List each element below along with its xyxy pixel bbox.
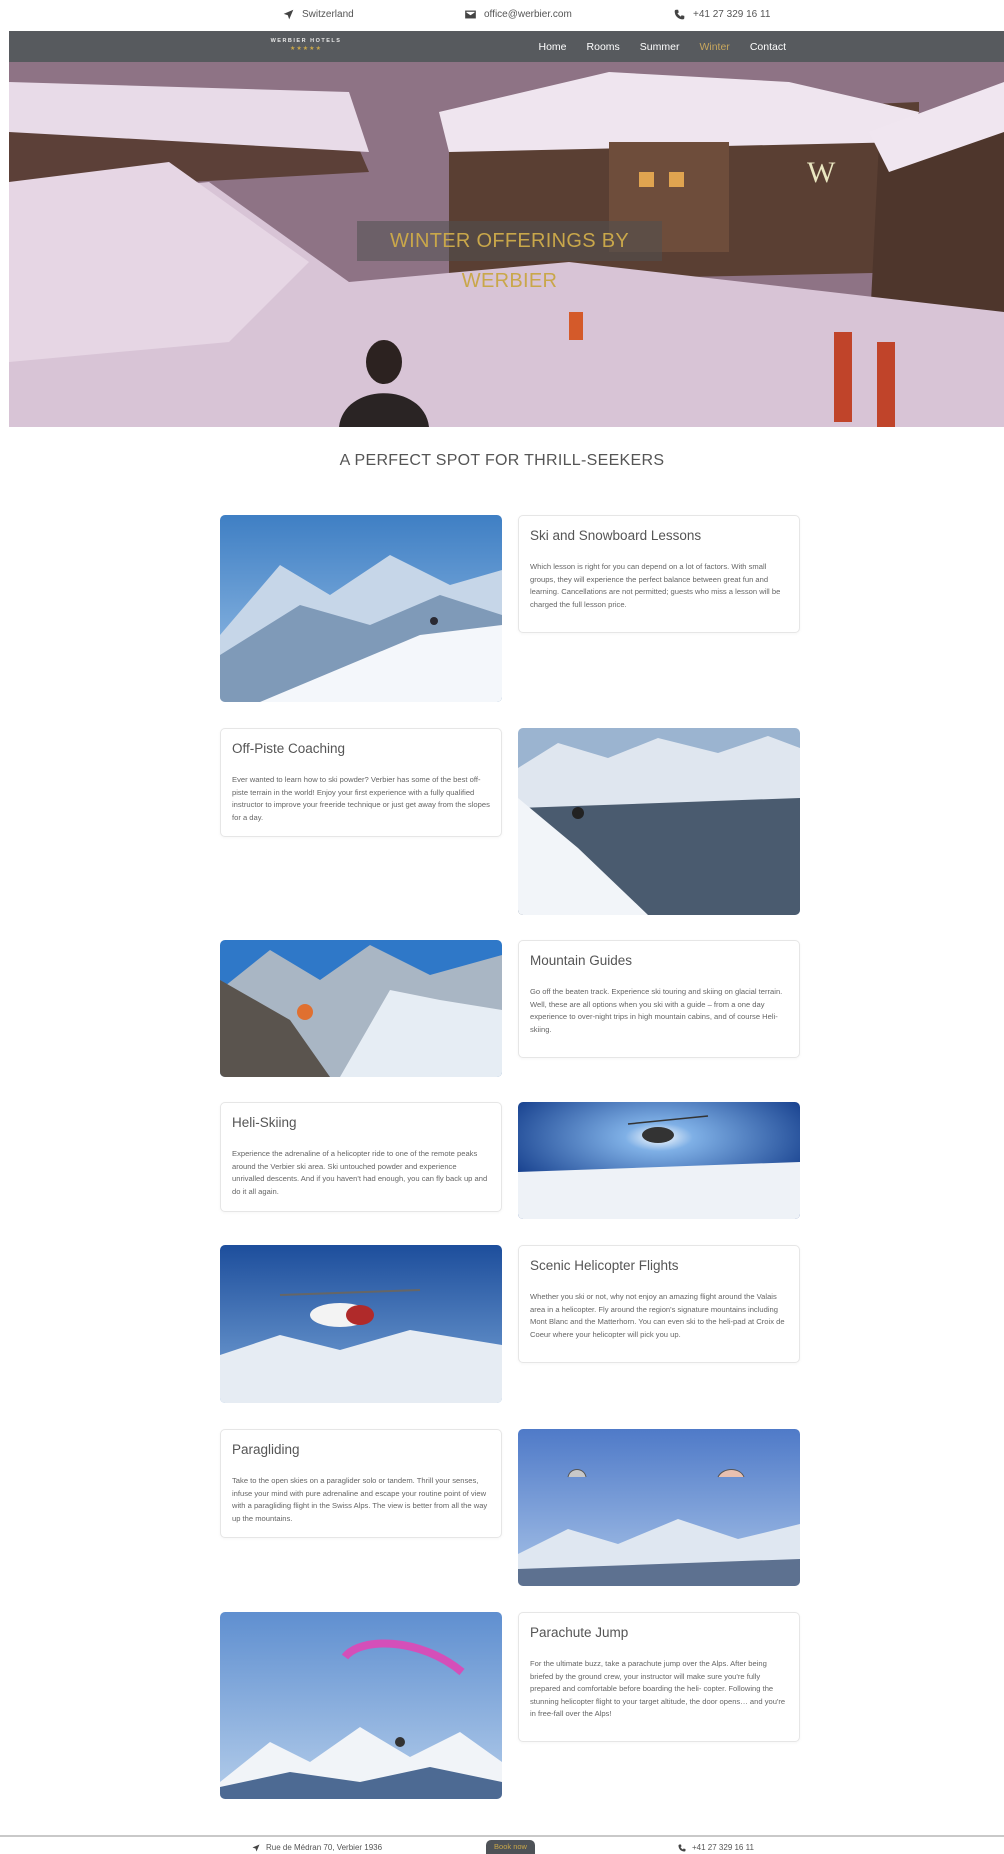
nav-item-contact[interactable]: Contact <box>750 41 786 53</box>
offering-title: Paragliding <box>232 1442 300 1457</box>
offering-text: Go off the beaten track. Experience ski … <box>530 987 783 1034</box>
offering-title: Parachute Jump <box>530 1625 629 1640</box>
offering-card: Heli-Skiing Experience the adrenaline of… <box>220 1102 502 1212</box>
offering-card: Scenic Helicopter Flights Whether you sk… <box>518 1245 800 1363</box>
location-arrow-icon <box>252 1844 260 1851</box>
offering-card: Paragliding Take to the open skies on a … <box>220 1429 502 1538</box>
top-info-bar: Switzerland office@werbier.com +41 27 32… <box>0 0 1004 31</box>
scenic-helicopter-photo <box>220 1245 502 1403</box>
phone-info[interactable]: +41 27 329 16 11 <box>674 9 770 20</box>
book-now-button[interactable]: Book now <box>486 1840 535 1854</box>
off-piste-photo <box>518 728 800 915</box>
offering-title: Mountain Guides <box>530 953 633 968</box>
offering-text: Take to the open skies on a paraglider s… <box>232 1476 488 1523</box>
footer-address-text: Rue de Médran 70, Verbier 1936 <box>266 1843 383 1852</box>
location-info: Switzerland <box>283 9 354 20</box>
nav-item-rooms[interactable]: Rooms <box>587 41 620 53</box>
offering-card: Mountain Guides Go off the beaten track.… <box>518 940 800 1058</box>
svg-text:W: W <box>807 156 836 189</box>
hero-title: WINTER OFFERINGS BY WERBIER <box>357 221 662 292</box>
offering-text: Ever wanted to learn how to ski powder? … <box>232 775 490 822</box>
mountain-guides-photo <box>220 940 502 1077</box>
logo-stars: ★★★★★ <box>290 46 322 52</box>
location-text: Switzerland <box>302 9 354 20</box>
parachute-jump-photo <box>220 1612 502 1799</box>
location-arrow-icon <box>283 9 294 20</box>
nav-item-home[interactable]: Home <box>539 41 567 53</box>
offering-text: Experience the adrenaline of a helicopte… <box>232 1149 488 1196</box>
offering-text: Whether you ski or not, why not enjoy an… <box>530 1292 785 1339</box>
phone-icon <box>678 1844 686 1851</box>
logo-brand-text: WERBIER HOTELS <box>270 38 342 44</box>
footer-phone[interactable]: +41 27 329 16 11 <box>678 1843 754 1852</box>
hotel-logo[interactable]: WERBIER HOTELS ★★★★★ <box>267 38 345 52</box>
heli-skiing-photo <box>518 1102 800 1219</box>
phone-icon <box>674 9 685 20</box>
offering-title: Off-Piste Coaching <box>232 741 346 756</box>
offering-title: Scenic Helicopter Flights <box>530 1258 679 1273</box>
paragliding-photo <box>518 1429 800 1586</box>
offering-title: Heli-Skiing <box>232 1115 297 1130</box>
footer-address: Rue de Médran 70, Verbier 1936 <box>252 1843 382 1852</box>
footer-divider <box>0 1835 1004 1837</box>
nav-item-summer[interactable]: Summer <box>640 41 680 53</box>
ski-lessons-photo <box>220 515 502 702</box>
nav-item-winter[interactable]: Winter <box>699 41 729 53</box>
main-navigation: WERBIER HOTELS ★★★★★ Home Rooms Summer W… <box>9 31 1004 62</box>
offering-card: Ski and Snowboard Lessons Which lesson i… <box>518 515 800 633</box>
hero-banner: W WINTER OFFERINGS BY WERBIER <box>9 62 1004 427</box>
nav-menu: Home Rooms Summer Winter Contact <box>539 31 787 62</box>
offering-card: Parachute Jump For the ultimate buzz, ta… <box>518 1612 800 1742</box>
section-title: A PERFECT SPOT FOR THRILL-SEEKERS <box>339 452 665 469</box>
email-text[interactable]: office@werbier.com <box>484 9 572 20</box>
offering-text: For the ultimate buzz, take a parachute … <box>530 1659 786 1718</box>
offering-card: Off-Piste Coaching Ever wanted to learn … <box>220 728 502 837</box>
footer-phone-text[interactable]: +41 27 329 16 11 <box>692 1843 754 1852</box>
offering-title: Ski and Snowboard Lessons <box>530 528 702 543</box>
phone-text[interactable]: +41 27 329 16 11 <box>693 9 770 20</box>
email-info[interactable]: office@werbier.com <box>465 9 572 20</box>
envelope-icon <box>465 10 476 19</box>
offering-text: Which lesson is right for you can depend… <box>530 562 781 609</box>
